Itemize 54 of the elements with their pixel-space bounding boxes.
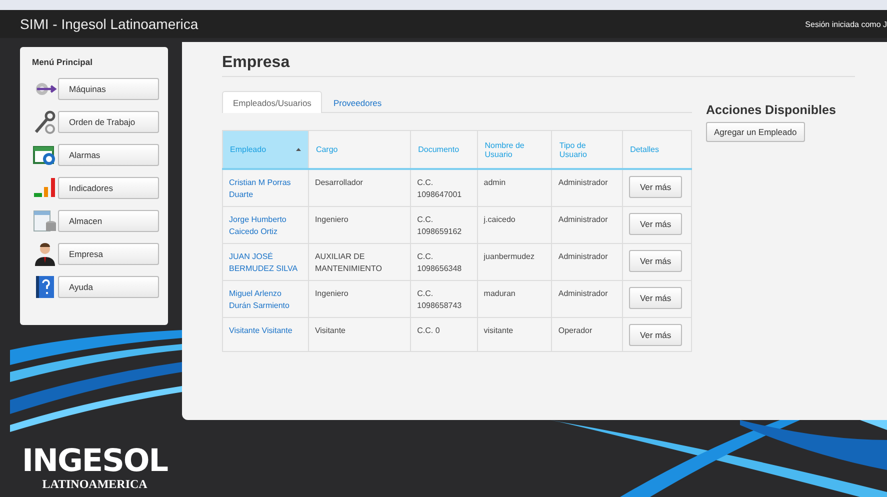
table-cell: Administrador bbox=[552, 169, 623, 206]
table-cell: Administrador bbox=[552, 244, 623, 280]
menu-heading: Menú Principal bbox=[32, 57, 94, 67]
table-cell: visitante bbox=[477, 318, 552, 352]
tab[interactable]: Proveedores bbox=[322, 91, 393, 113]
table-cell: Administrador bbox=[552, 206, 623, 244]
logo-name: INGESOL bbox=[22, 446, 168, 477]
table-cell: juanbermudez bbox=[477, 244, 552, 280]
employee-link[interactable]: JUAN JOSÉ BERMUDEZ SILVA bbox=[222, 244, 308, 280]
wrench-icon bbox=[32, 110, 56, 134]
table-cell: admin bbox=[477, 169, 552, 206]
menu-button[interactable]: Alarmas bbox=[58, 144, 159, 166]
logo-subtitle: LATINOAMERICA bbox=[42, 477, 148, 492]
app-title: SIMI - Ingesol Latinoamerica bbox=[20, 16, 198, 32]
table-cell: Ingeniero bbox=[308, 280, 411, 318]
details-button[interactable]: Ver más bbox=[629, 250, 682, 272]
calendar-icon bbox=[32, 144, 56, 166]
help-icon bbox=[34, 274, 54, 298]
details-button[interactable]: Ver más bbox=[629, 324, 682, 346]
page-title: Empresa bbox=[222, 54, 855, 77]
employee-link[interactable]: Miguel Arlenzo Durán Sarmiento bbox=[222, 280, 308, 318]
table-cell: C.C. 1098659162 bbox=[410, 206, 478, 244]
session-text: Sesión iniciada como J bbox=[805, 20, 887, 28]
table-cell: Administrador bbox=[552, 280, 623, 318]
employee-link[interactable]: Visitante Visitante bbox=[222, 318, 308, 352]
table-cell: C.C. 1098647001 bbox=[410, 169, 478, 206]
sort-icon bbox=[296, 148, 301, 151]
menu-button[interactable]: Empresa bbox=[58, 242, 159, 264]
storage-icon bbox=[32, 208, 56, 232]
table-cell: Desarrollador bbox=[308, 169, 411, 206]
menu-button[interactable]: Indicadores bbox=[58, 176, 159, 198]
details-button[interactable]: Ver más bbox=[629, 287, 682, 309]
table-cell: C.C. 1098658743 bbox=[410, 280, 478, 318]
table-cell: maduran bbox=[477, 280, 552, 318]
menu-button[interactable]: Ayuda bbox=[58, 276, 159, 298]
table-cell: C.C. 0 bbox=[410, 318, 478, 352]
menu-button[interactable]: Almacen bbox=[58, 210, 159, 232]
table-cell: Ingeniero bbox=[308, 206, 411, 244]
employee-link[interactable]: Jorge Humberto Caicedo Ortiz bbox=[222, 206, 308, 244]
person-icon bbox=[32, 242, 56, 266]
menu-button[interactable]: Máquinas bbox=[58, 78, 159, 100]
table-cell: AUXILIAR DE MANTENIMIENTO bbox=[308, 244, 411, 280]
add-employee-button[interactable]: Agregar un Empleado bbox=[706, 122, 805, 142]
employee-link[interactable]: Cristian M Porras Duarte bbox=[222, 169, 308, 206]
table-cell: Visitante bbox=[308, 318, 411, 352]
details-button[interactable]: Ver más bbox=[629, 176, 682, 198]
menu-button[interactable]: Orden de Trabajo bbox=[58, 110, 159, 132]
details-button[interactable]: Ver más bbox=[629, 213, 682, 235]
actions-heading: Acciones Disponibles bbox=[706, 103, 836, 117]
table-cell: j.caicedo bbox=[477, 206, 552, 244]
table-cell: Operador bbox=[552, 318, 623, 352]
bar-chart-icon bbox=[32, 176, 56, 198]
table-cell: C.C. 1098656348 bbox=[410, 244, 478, 280]
tab[interactable]: Empleados/Usuarios bbox=[222, 91, 322, 113]
